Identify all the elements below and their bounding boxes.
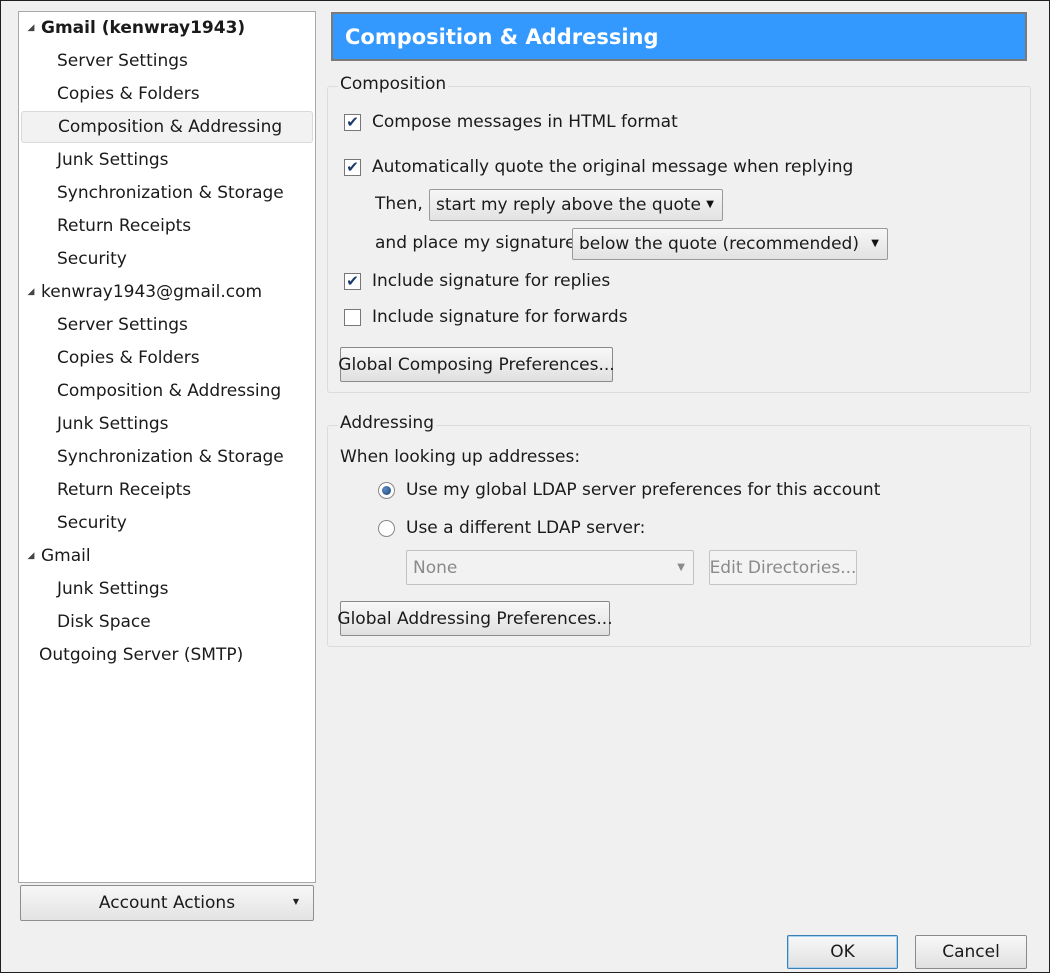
expand-triangle-icon[interactable]: ◢ — [23, 23, 39, 33]
use-global-ldap-radio[interactable] — [378, 482, 395, 499]
tree-item-label: Composition & Addressing — [58, 117, 283, 137]
ldap-server-select[interactable]: None ▼ — [406, 550, 694, 585]
tree-item[interactable]: Disk Space — [21, 606, 313, 638]
tree-item[interactable]: Copies & Folders — [21, 78, 313, 110]
account-tree[interactable]: ◢ Gmail (kenwray1943) Server Settings Copie… — [18, 11, 316, 883]
account-actions-label: Account Actions — [98, 893, 236, 913]
tree-item[interactable]: Copies & Folders — [21, 342, 313, 374]
tree-item[interactable]: Return Receipts — [21, 474, 313, 506]
tree-item-label: Return Receipts — [57, 480, 192, 500]
tree-item-label: Junk Settings — [57, 150, 169, 170]
tree-account-item[interactable]: Outgoing Server (SMTP) — [21, 639, 313, 671]
dropdown-arrow-icon: ▼ — [871, 238, 879, 249]
tree-item[interactable]: Security — [21, 243, 313, 275]
sig-replies-label: Include signature for replies — [372, 271, 611, 291]
sig-forwards-checkbox[interactable] — [344, 309, 361, 326]
tree-item[interactable]: Return Receipts — [21, 210, 313, 242]
tree-item-label: Copies & Folders — [57, 348, 200, 368]
html-format-label: Compose messages in HTML format — [372, 112, 678, 132]
signature-position-value: below the quote (recommended) — [579, 234, 859, 254]
edit-directories-button[interactable]: Edit Directories... — [709, 550, 857, 585]
tree-item-label: Security — [57, 513, 127, 533]
tree-item-label: Server Settings — [57, 315, 188, 335]
expand-triangle-icon[interactable]: ◢ — [23, 551, 39, 561]
expand-triangle-icon[interactable]: ◢ — [23, 287, 39, 297]
global-addressing-preferences-button[interactable]: Global Addressing Preferences... — [337, 601, 613, 636]
signature-position-select[interactable]: below the quote (recommended) ▼ — [572, 228, 888, 260]
tree-item-label: Junk Settings — [57, 579, 169, 599]
dropdown-arrow-icon: ▼ — [292, 897, 299, 906]
tree-account-item[interactable]: ◢ Gmail (kenwray1943) — [21, 12, 313, 44]
reply-position-select[interactable]: start my reply above the quote ▼ — [429, 189, 723, 221]
tree-item[interactable]: Synchronization & Storage — [21, 177, 313, 209]
addressing-legend: Addressing — [338, 413, 436, 433]
account-actions-button[interactable]: Account Actions ▼ — [20, 885, 314, 921]
tree-item-label: Synchronization & Storage — [57, 183, 284, 203]
lookup-addresses-label: When looking up addresses: — [340, 447, 581, 467]
sig-forwards-label: Include signature for forwards — [372, 307, 628, 327]
account-settings-window: ◢ Gmail (kenwray1943) Server Settings Copie… — [0, 0, 1050, 973]
use-different-ldap-radio[interactable] — [378, 520, 395, 537]
auto-quote-label: Automatically quote the original message… — [372, 157, 854, 177]
tree-item-label: Security — [57, 249, 127, 269]
tree-item-label: kenwray1943@gmail.com — [41, 282, 263, 302]
tree-account-item[interactable]: ◢ Gmail — [21, 540, 313, 572]
html-format-checkbox[interactable]: ✔ — [344, 114, 361, 131]
checkmark-icon: ✔ — [346, 113, 359, 131]
tree-item[interactable]: Junk Settings — [21, 573, 313, 605]
signature-position-label: and place my signature — [375, 233, 576, 253]
cancel-button[interactable]: Cancel — [915, 935, 1027, 969]
tree-item[interactable]: Composition & Addressing — [21, 375, 313, 407]
global-composing-preferences-button[interactable]: Global Composing Preferences... — [338, 347, 615, 382]
tree-item-label: Composition & Addressing — [57, 381, 282, 401]
page-title: Composition & Addressing — [331, 12, 1027, 61]
ok-button[interactable]: OK — [787, 935, 898, 969]
composition-legend: Composition — [338, 74, 449, 94]
ldap-server-value: None — [413, 557, 458, 578]
tree-item-label: Synchronization & Storage — [57, 447, 284, 467]
tree-item-label: Return Receipts — [57, 216, 192, 236]
dropdown-arrow-icon: ▼ — [677, 562, 685, 573]
tree-item[interactable]: Server Settings — [21, 309, 313, 341]
reply-position-value: start my reply above the quote — [436, 195, 702, 215]
dropdown-arrow-icon: ▼ — [706, 199, 714, 210]
tree-item-label: Server Settings — [57, 51, 188, 71]
tree-item-label: Gmail — [41, 546, 91, 566]
checkmark-icon: ✔ — [346, 272, 359, 290]
tree-item[interactable]: Synchronization & Storage — [21, 441, 313, 473]
then-label: Then, — [375, 194, 423, 214]
tree-item[interactable]: Junk Settings — [21, 144, 313, 176]
checkmark-icon: ✔ — [346, 158, 359, 176]
tree-item-label: Junk Settings — [57, 414, 169, 434]
tree-account-item[interactable]: ◢ kenwray1943@gmail.com — [21, 276, 313, 308]
auto-quote-checkbox[interactable]: ✔ — [344, 159, 361, 176]
tree-item[interactable]: Security — [21, 507, 313, 539]
use-global-ldap-label: Use my global LDAP server preferences fo… — [406, 480, 881, 500]
sig-replies-checkbox[interactable]: ✔ — [344, 273, 361, 290]
tree-item-label: Outgoing Server (SMTP) — [39, 645, 244, 665]
tree-item[interactable]: Junk Settings — [21, 408, 313, 440]
tree-item-label: Copies & Folders — [57, 84, 200, 104]
tree-item[interactable]: Server Settings — [21, 45, 313, 77]
tree-item[interactable]: Composition & Addressing — [21, 111, 313, 143]
tree-item-label: Disk Space — [57, 612, 151, 632]
tree-item-label: Gmail (kenwray1943) — [41, 18, 246, 38]
use-different-ldap-label: Use a different LDAP server: — [406, 518, 646, 538]
